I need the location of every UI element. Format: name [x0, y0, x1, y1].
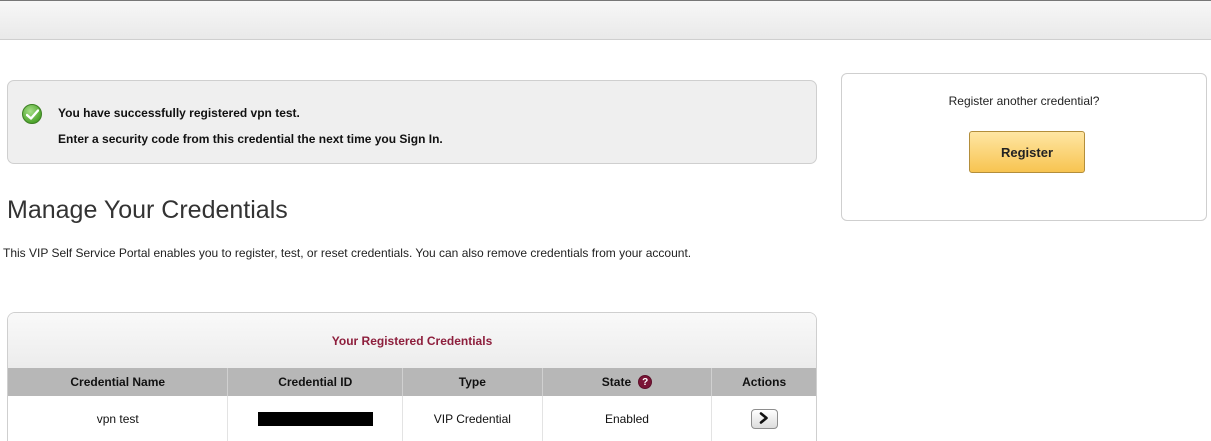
table-caption: Your Registered Credentials — [8, 313, 816, 368]
credential-id-cell — [228, 396, 404, 441]
register-prompt: Register another credential? — [948, 94, 1100, 108]
success-message-text: You have successfully registered vpn tes… — [58, 106, 300, 120]
actions-cell — [712, 396, 816, 441]
credential-type-cell: VIP Credential — [403, 396, 543, 441]
column-header-actions: Actions — [742, 375, 787, 389]
credential-actions-button[interactable] — [750, 409, 778, 429]
register-panel: Register another credential? Register — [841, 73, 1207, 221]
credential-name-cell: vpn test — [8, 396, 229, 441]
column-header-state-label: State — [601, 375, 632, 389]
credentials-table: Your Registered Credentials Credential N… — [7, 312, 817, 441]
column-header-credential-name: Credential Name — [8, 368, 229, 396]
register-button[interactable]: Register — [969, 131, 1085, 173]
success-message-box: You have successfully registered vpn tes… — [7, 80, 817, 164]
top-header-bar — [0, 0, 1211, 40]
table-row: vpn test VIP Credential Enabled — [8, 396, 816, 441]
column-header-credential-id: Credential ID — [228, 368, 404, 396]
credential-state-cell: Enabled — [543, 396, 713, 441]
page-title: Manage Your Credentials — [7, 196, 288, 224]
redacted-credential-id — [257, 412, 373, 426]
column-header-type: Type — [403, 368, 543, 396]
chevron-right-icon — [759, 411, 769, 427]
question-circle-icon[interactable]: ? — [638, 375, 653, 389]
table-header-row: Credential Name Credential ID Type State… — [8, 368, 816, 396]
success-instruction-text: Enter a security code from this credenti… — [58, 132, 443, 146]
column-header-state: State ? — [543, 368, 713, 396]
page-description: This VIP Self Service Portal enables you… — [3, 246, 692, 260]
check-circle-icon — [22, 104, 42, 124]
